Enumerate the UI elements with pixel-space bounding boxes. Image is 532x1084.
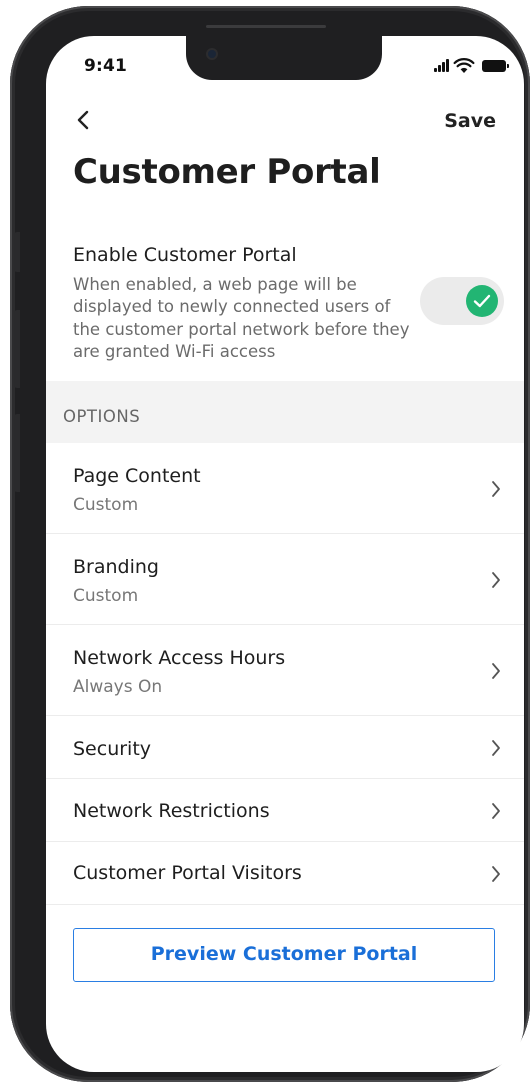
enable-portal-description: When enabled, a web page will be display… <box>73 275 410 361</box>
wifi-icon <box>453 58 475 73</box>
option-title: Network Access Hours <box>73 647 286 669</box>
page-title: Customer Portal <box>73 152 381 192</box>
option-customer-portal-visitors[interactable]: Customer Portal Visitors <box>46 842 524 905</box>
option-page-content[interactable]: Page Content Custom <box>46 443 524 534</box>
chevron-right-icon <box>492 481 500 497</box>
option-branding[interactable]: Branding Custom <box>46 534 524 625</box>
status-icons <box>430 58 514 74</box>
option-title: Branding <box>73 556 159 578</box>
options-section-header: OPTIONS <box>46 381 524 443</box>
screen: 9:41 Save Customer Portal Enable Custome… <box>46 36 524 1072</box>
notch <box>186 36 382 80</box>
option-title: Network Restrictions <box>73 800 270 822</box>
option-title: Page Content <box>73 465 201 487</box>
phone-frame: 9:41 Save Customer Portal Enable Custome… <box>10 6 530 1082</box>
chevron-right-icon <box>492 866 500 882</box>
chevron-right-icon <box>492 572 500 588</box>
battery-icon <box>482 60 509 72</box>
chevron-right-icon <box>492 740 500 756</box>
enable-portal-label: Enable Customer Portal <box>73 244 297 266</box>
silent-switch <box>14 232 20 272</box>
toggle-knob <box>466 285 498 317</box>
chevron-right-icon <box>492 663 500 679</box>
back-button[interactable] <box>72 106 96 134</box>
speaker-grille <box>206 25 326 28</box>
camera-icon <box>208 50 216 58</box>
option-subtitle: Custom <box>73 495 139 515</box>
chevron-right-icon <box>492 803 500 819</box>
options-header-label: OPTIONS <box>63 407 141 426</box>
volume-down-button <box>14 414 20 492</box>
enable-portal-toggle[interactable] <box>420 277 504 325</box>
option-network-access-hours[interactable]: Network Access Hours Always On <box>46 625 524 716</box>
option-security[interactable]: Security <box>46 716 524 779</box>
option-title: Customer Portal Visitors <box>73 862 302 884</box>
option-subtitle: Always On <box>73 677 163 697</box>
checkmark-icon <box>473 294 491 308</box>
chevron-left-icon <box>77 110 89 130</box>
option-title: Security <box>73 738 152 760</box>
volume-up-button <box>14 310 20 388</box>
preview-customer-portal-button[interactable]: Preview Customer Portal <box>73 928 495 982</box>
save-button[interactable]: Save <box>444 110 496 132</box>
status-time: 9:41 <box>84 56 128 76</box>
option-network-restrictions[interactable]: Network Restrictions <box>46 779 524 842</box>
option-subtitle: Custom <box>73 586 139 606</box>
